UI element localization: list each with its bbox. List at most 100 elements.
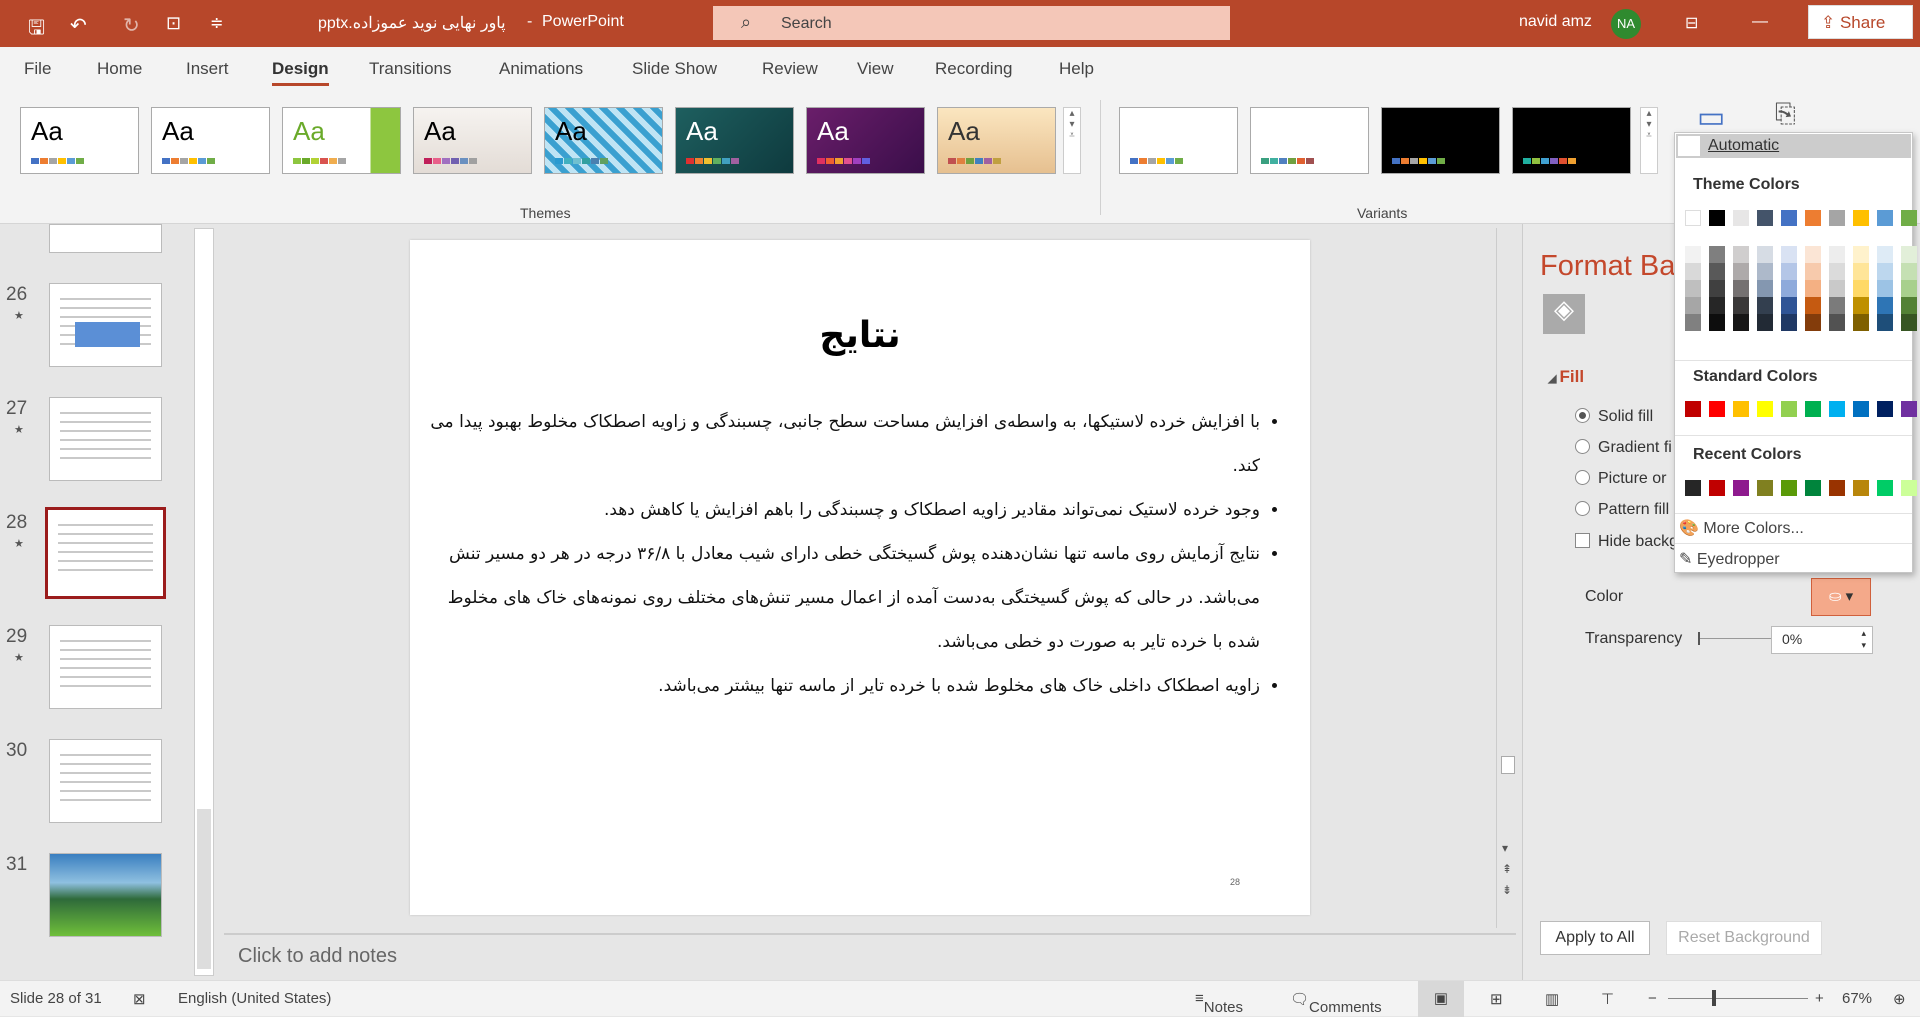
- search-box[interactable]: ⌕ Search: [713, 6, 1230, 40]
- fill-section-header[interactable]: ◢ Fill: [1548, 367, 1584, 387]
- theme-shade-swatch[interactable]: [1709, 263, 1725, 280]
- radio-button[interactable]: [1575, 439, 1590, 454]
- theme-shade-swatch[interactable]: [1757, 314, 1773, 331]
- theme-shade-swatch[interactable]: [1853, 297, 1869, 314]
- theme-shade-swatch[interactable]: [1781, 263, 1797, 280]
- theme-shade-swatch[interactable]: [1781, 280, 1797, 297]
- slide-body[interactable]: با افزایش خرده لاستیکها، به واسطه‌ی افزا…: [420, 400, 1280, 708]
- recent-color-swatch[interactable]: [1853, 480, 1869, 496]
- slideshow-icon[interactable]: ⊤: [1601, 990, 1614, 1008]
- theme-color-swatch[interactable]: [1901, 210, 1917, 226]
- theme-shade-swatch[interactable]: [1805, 246, 1821, 263]
- theme-shade-swatch[interactable]: [1853, 314, 1869, 331]
- theme-shade-swatch[interactable]: [1781, 297, 1797, 314]
- standard-color-swatch[interactable]: [1853, 401, 1869, 417]
- normal-view-icon[interactable]: ▣: [1418, 981, 1464, 1017]
- theme-thumbnail[interactable]: Aa: [806, 107, 925, 174]
- theme-color-swatch[interactable]: [1805, 210, 1821, 226]
- slide-thumbnail-26[interactable]: [49, 283, 162, 367]
- variant-thumbnail[interactable]: [1381, 107, 1500, 174]
- reading-view-icon[interactable]: ▥: [1545, 990, 1559, 1008]
- theme-thumbnail[interactable]: Aa: [937, 107, 1056, 174]
- theme-shade-swatch[interactable]: [1877, 263, 1893, 280]
- fill-option-1[interactable]: Gradient fi: [1575, 439, 1672, 457]
- standard-color-swatch[interactable]: [1757, 401, 1773, 417]
- theme-shade-swatch[interactable]: [1877, 280, 1893, 297]
- tab-design[interactable]: Design: [272, 59, 329, 86]
- color-picker-button[interactable]: ⛀ ▾: [1811, 578, 1871, 616]
- theme-color-swatch[interactable]: [1709, 210, 1725, 226]
- theme-shade-swatch[interactable]: [1805, 263, 1821, 280]
- theme-shade-swatch[interactable]: [1733, 297, 1749, 314]
- theme-shade-swatch[interactable]: [1757, 297, 1773, 314]
- tab-transitions[interactable]: Transitions: [369, 59, 452, 79]
- automatic-color-option[interactable]: Automatic: [1676, 134, 1911, 158]
- tab-slide-show[interactable]: Slide Show: [632, 59, 717, 79]
- notes-area[interactable]: Click to add notes: [224, 933, 1516, 980]
- zoom-in-button[interactable]: +: [1815, 990, 1824, 1007]
- standard-color-swatch[interactable]: [1829, 401, 1845, 417]
- slide-canvas[interactable]: نتایج با افزایش خرده لاستیکها، به واسطه‌…: [410, 240, 1310, 915]
- scroll-thumb[interactable]: [1501, 756, 1515, 774]
- tab-home[interactable]: Home: [97, 59, 142, 79]
- slide-thumbnail-29[interactable]: [49, 625, 162, 709]
- bullet-item[interactable]: وجود خرده لاستیک نمی‌تواند مقادیر زاویه …: [420, 488, 1260, 532]
- recent-color-swatch[interactable]: [1877, 480, 1893, 496]
- standard-color-swatch[interactable]: [1901, 401, 1917, 417]
- zoom-slider-thumb[interactable]: [1712, 990, 1716, 1006]
- recent-color-swatch[interactable]: [1757, 480, 1773, 496]
- fill-tab-icon[interactable]: ◈: [1543, 294, 1585, 334]
- customize-toolbar-icon[interactable]: ≑: [210, 13, 223, 33]
- comments-button[interactable]: 🗨 Comments: [1290, 990, 1382, 1016]
- ribbon-display-icon[interactable]: ⊟: [1685, 13, 1698, 33]
- minimize-icon[interactable]: —: [1752, 13, 1768, 31]
- theme-shade-swatch[interactable]: [1877, 297, 1893, 314]
- standard-color-swatch[interactable]: [1781, 401, 1797, 417]
- slide-thumbnail-27[interactable]: [49, 397, 162, 481]
- more-colors-option[interactable]: 🎨 More Colors...: [1679, 518, 1804, 538]
- theme-thumbnail[interactable]: Aa: [151, 107, 270, 174]
- fit-to-window-icon[interactable]: ⊕: [1893, 990, 1906, 1008]
- theme-shade-swatch[interactable]: [1805, 297, 1821, 314]
- theme-shade-swatch[interactable]: [1781, 246, 1797, 263]
- theme-shade-swatch[interactable]: [1829, 297, 1845, 314]
- variant-thumbnail[interactable]: [1119, 107, 1238, 174]
- theme-thumbnail[interactable]: Aa: [675, 107, 794, 174]
- user-name[interactable]: navid amz: [1519, 13, 1592, 31]
- theme-shade-swatch[interactable]: [1901, 263, 1917, 280]
- theme-shade-swatch[interactable]: [1901, 314, 1917, 331]
- recent-color-swatch[interactable]: [1805, 480, 1821, 496]
- bullet-item[interactable]: نتایج آزمایش روی ماسه تنها نشان‌دهنده پو…: [420, 532, 1260, 664]
- theme-shade-swatch[interactable]: [1733, 263, 1749, 280]
- theme-shade-swatch[interactable]: [1829, 263, 1845, 280]
- theme-shade-swatch[interactable]: [1853, 280, 1869, 297]
- theme-shade-swatch[interactable]: [1709, 314, 1725, 331]
- theme-color-swatch[interactable]: [1781, 210, 1797, 226]
- share-button[interactable]: ⇪ Share: [1808, 5, 1913, 39]
- standard-color-swatch[interactable]: [1877, 401, 1893, 417]
- redo-icon[interactable]: ↻: [123, 13, 140, 38]
- theme-shade-swatch[interactable]: [1805, 314, 1821, 331]
- theme-shade-swatch[interactable]: [1709, 246, 1725, 263]
- bullet-item[interactable]: با افزایش خرده لاستیکها، به واسطه‌ی افزا…: [420, 400, 1260, 488]
- apply-to-all-button[interactable]: Apply to All: [1540, 921, 1650, 955]
- theme-shade-swatch[interactable]: [1733, 314, 1749, 331]
- theme-color-swatch[interactable]: [1733, 210, 1749, 226]
- zoom-out-button[interactable]: −: [1648, 990, 1657, 1007]
- zoom-slider[interactable]: [1668, 998, 1808, 999]
- theme-shade-swatch[interactable]: [1829, 280, 1845, 297]
- theme-color-swatch[interactable]: [1853, 210, 1869, 226]
- standard-color-swatch[interactable]: [1685, 401, 1701, 417]
- transparency-input[interactable]: 0% ▴ ▾: [1771, 626, 1873, 654]
- theme-shade-swatch[interactable]: [1901, 297, 1917, 314]
- theme-color-swatch[interactable]: [1685, 210, 1701, 226]
- theme-shade-swatch[interactable]: [1685, 246, 1701, 263]
- theme-shade-swatch[interactable]: [1685, 314, 1701, 331]
- tab-view[interactable]: View: [857, 59, 894, 79]
- slide-size-icon[interactable]: ▭: [1697, 100, 1725, 135]
- theme-thumbnail[interactable]: Aa: [413, 107, 532, 174]
- theme-shade-swatch[interactable]: [1877, 314, 1893, 331]
- theme-shade-swatch[interactable]: [1853, 246, 1869, 263]
- tab-insert[interactable]: Insert: [186, 59, 229, 79]
- zoom-level[interactable]: 67%: [1842, 990, 1872, 1007]
